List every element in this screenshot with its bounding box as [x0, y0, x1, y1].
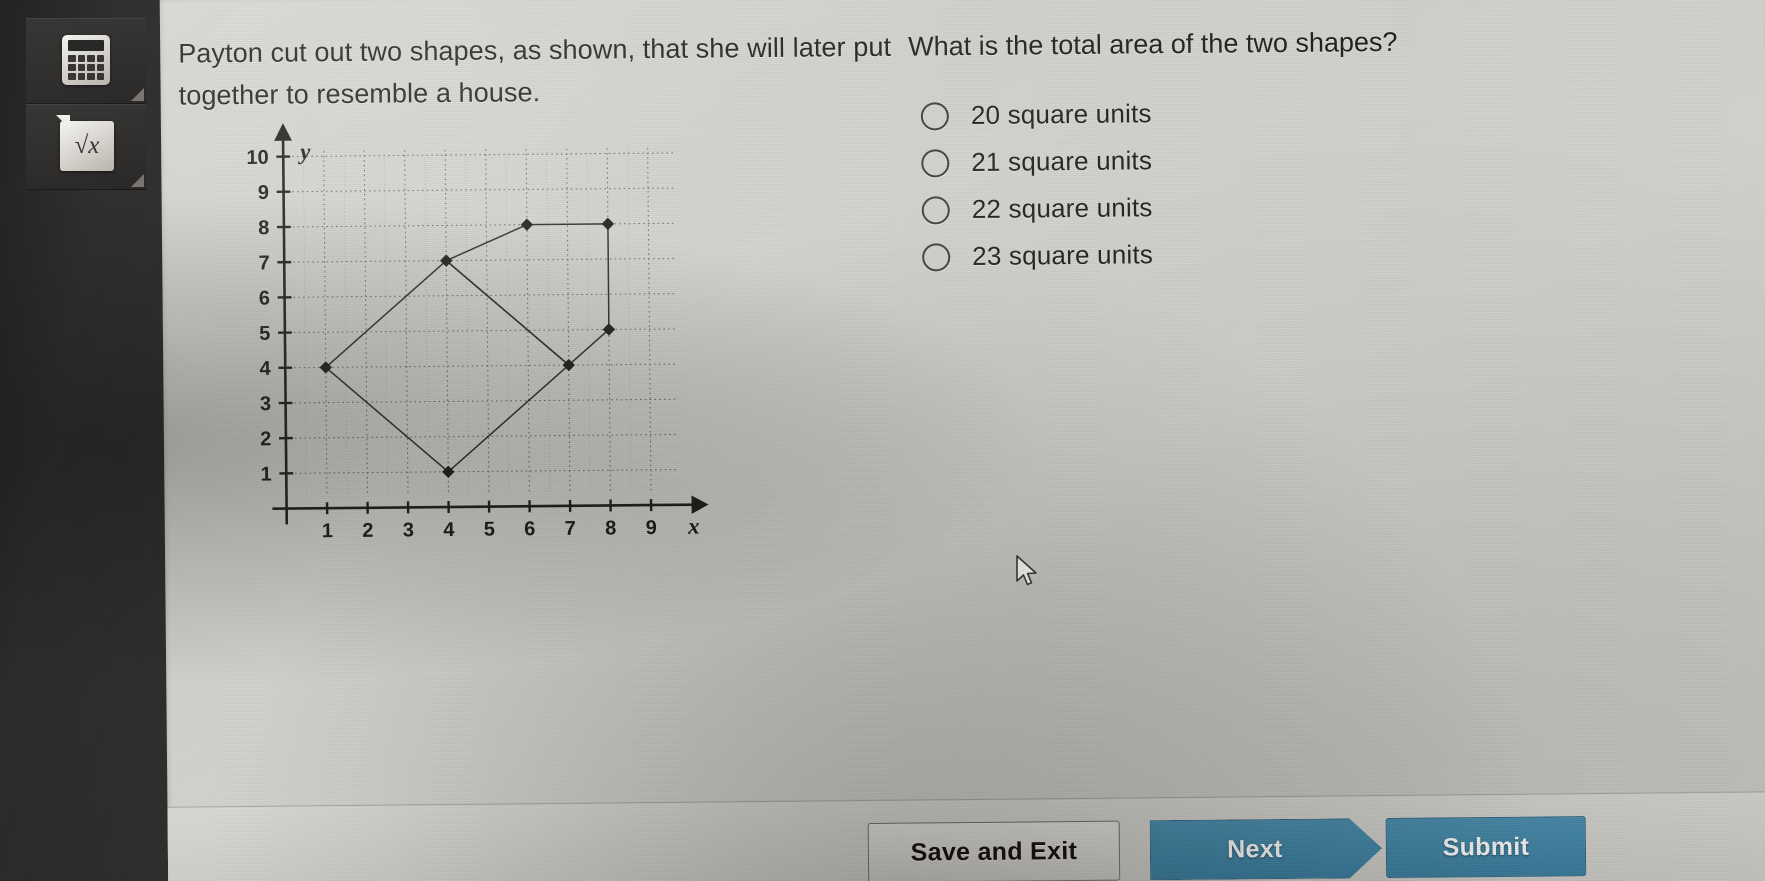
y-tick-label: 4	[259, 358, 271, 380]
calculator-tool-button[interactable]	[26, 18, 146, 104]
x-tick-label: 3	[403, 519, 414, 541]
square-root-icon: √x	[56, 115, 114, 171]
y-tick-label: 8	[258, 217, 269, 239]
option-row-23[interactable]: 23 square units	[922, 227, 1562, 280]
save-and-exit-label: Save and Exit	[910, 836, 1078, 867]
submit-button[interactable]: Submit	[1385, 816, 1587, 879]
option-label-20: 20 square units	[970, 98, 1152, 130]
square-root-tool-button[interactable]: √x	[26, 104, 146, 190]
grid-line-minor	[627, 148, 632, 493]
grid-line-h	[287, 187, 677, 193]
x-tick-label: 9	[646, 517, 657, 539]
grid-line-v	[485, 149, 490, 495]
grid-line-v	[363, 150, 369, 496]
grid-line-h	[287, 152, 677, 158]
y-axis-label: y	[297, 139, 311, 164]
option-row-21[interactable]: 21 square units	[921, 133, 1561, 186]
grid-line-v	[566, 148, 571, 494]
tool-rail: √x	[0, 0, 172, 881]
next-label: Next	[1227, 834, 1283, 864]
footer-bar: Save and Exit Next Submit	[167, 791, 1765, 881]
y-tick-label: 10	[246, 147, 268, 169]
grid-line-h	[288, 293, 678, 298]
grid-line-minor	[586, 148, 591, 494]
save-and-exit-button[interactable]: Save and Exit	[867, 820, 1121, 881]
vertex-point	[520, 218, 534, 231]
x-tick-label: 4	[443, 519, 455, 541]
x-axis-arrow	[691, 495, 709, 514]
x-axis	[272, 503, 696, 511]
square-root-glyph: √x	[74, 132, 100, 159]
option-label-22: 22 square units	[971, 192, 1153, 224]
vertex-markers	[319, 217, 616, 479]
radio-button-21[interactable]	[921, 148, 950, 177]
grid-line-minor	[303, 151, 308, 497]
vertex-point	[601, 217, 615, 231]
answer-options: 20 square units 21 square units 22 squar…	[920, 86, 1563, 280]
calculator-keys	[68, 55, 104, 80]
y-tick-label: 6	[259, 288, 270, 310]
y-tick-label: 2	[260, 428, 271, 450]
y-tick-label: 7	[258, 252, 269, 274]
next-button[interactable]: Next	[1150, 818, 1383, 880]
grid-line-minor	[465, 149, 470, 495]
radio-button-20[interactable]	[920, 101, 950, 130]
grid-line-minor	[546, 148, 551, 494]
plotted-shapes	[325, 223, 610, 473]
grid-line-h	[288, 328, 678, 334]
question-panel: Payton cut out two shapes, as shown, tha…	[159, 0, 1765, 881]
axes	[272, 123, 709, 525]
screen-photo: √x Payton cut out two shapes, as shown, …	[0, 0, 1765, 881]
x-tick-label: 6	[524, 518, 535, 540]
x-tick-label: 5	[484, 519, 495, 541]
coordinate-graph-svg: 1 2 3 4 5 6 7 8 9 10 1 2 3 4 5 6 7 8 9 y x	[246, 123, 709, 543]
y-axis	[281, 135, 289, 525]
coordinate-graph: 1 2 3 4 5 6 7 8 9 10 1 2 3 4 5 6 7 8 9 y x	[221, 112, 745, 557]
radio-button-22[interactable]	[921, 195, 950, 224]
question-text: What is the total area of the two shapes…	[908, 26, 1398, 62]
grid-line-minor	[343, 150, 348, 496]
grid-line-minor	[384, 150, 389, 496]
grid-line-v	[444, 149, 450, 495]
grid-line-h	[288, 257, 678, 263]
y-tick-label: 1	[260, 464, 271, 486]
grid-line-v	[323, 150, 328, 496]
y-tick-label: 3	[260, 393, 271, 415]
calculator-screen	[68, 40, 104, 51]
grid-lines	[287, 147, 680, 497]
grid-line-h	[287, 222, 677, 228]
x-tick-label: 1	[322, 520, 333, 542]
prompt-text: Payton cut out two shapes, as shown, tha…	[178, 31, 892, 111]
grid-line-h	[289, 433, 679, 439]
y-axis-arrow	[274, 123, 292, 141]
y-tick-label: 9	[258, 182, 269, 204]
x-axis-label: x	[687, 514, 700, 539]
option-label-23: 23 square units	[972, 239, 1154, 271]
grid-line-h	[289, 363, 679, 369]
grid-line-h	[290, 469, 680, 474]
grid-line-minor	[424, 149, 429, 495]
y-tick-label: 5	[259, 323, 270, 345]
x-tick-label: 2	[362, 520, 373, 542]
option-label-21: 21 square units	[971, 145, 1153, 177]
grid-line-v	[647, 147, 652, 493]
grid-line-h	[289, 398, 679, 404]
radio-button-23[interactable]	[922, 242, 951, 271]
x-tick-label: 8	[605, 517, 616, 539]
tick-labels: 1 2 3 4 5 6 7 8 9 10 1 2 3 4 5 6 7 8 9	[246, 147, 657, 543]
grid-line-minor	[505, 149, 510, 495]
grid-line-v	[404, 150, 409, 496]
dogear-corner	[56, 115, 70, 129]
grid-line-v	[525, 148, 531, 494]
calculator-icon	[62, 35, 110, 85]
submit-label: Submit	[1442, 832, 1530, 861]
x-tick-label: 7	[565, 518, 576, 540]
option-row-20[interactable]: 20 square units	[920, 86, 1561, 139]
option-row-22[interactable]: 22 square units	[921, 180, 1562, 233]
